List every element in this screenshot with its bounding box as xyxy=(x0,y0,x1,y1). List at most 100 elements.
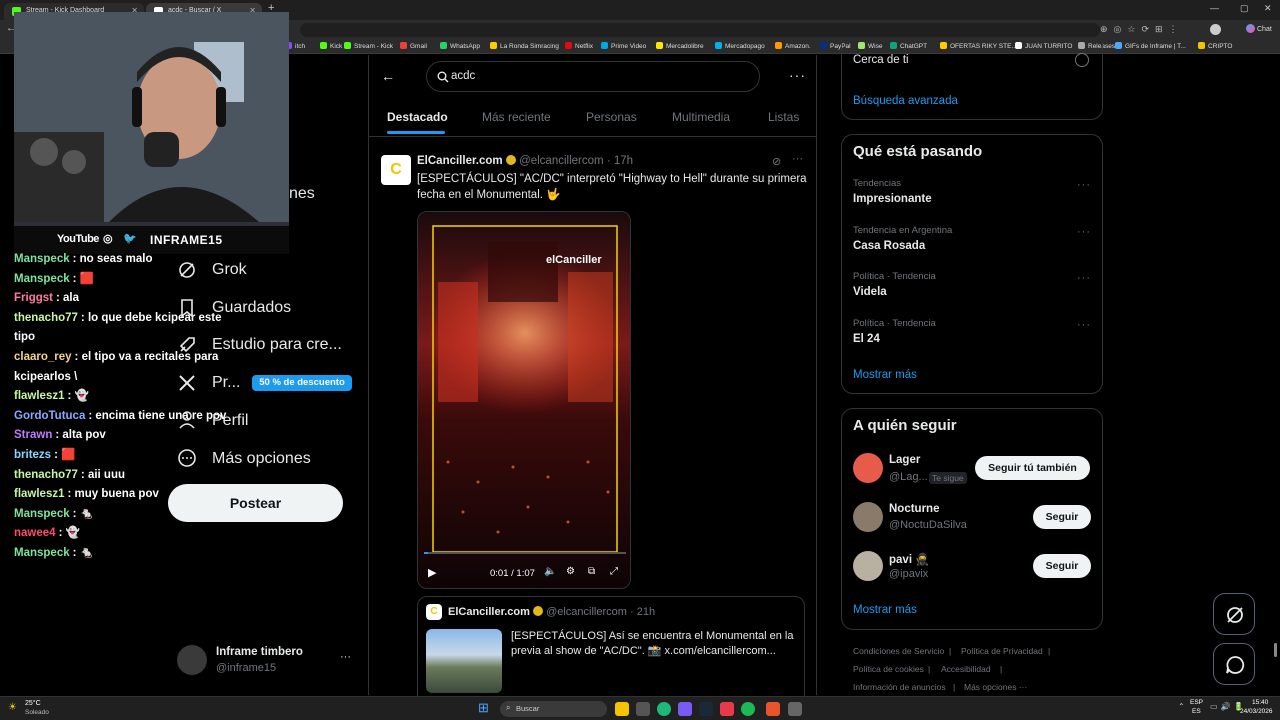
minimize-icon[interactable]: — xyxy=(1210,3,1219,13)
bookmark-item[interactable]: GIFs de Inframe | T... xyxy=(1115,42,1186,50)
back-arrow-icon[interactable]: ← xyxy=(381,68,395,84)
chat-username[interactable]: Manspeck xyxy=(14,508,70,520)
clock-time[interactable]: 15:40 xyxy=(1252,699,1268,706)
sidebar-item-guardados[interactable]: Guardados xyxy=(212,299,291,317)
trend-more-icon[interactable]: ··· xyxy=(1077,226,1091,238)
chat-username[interactable]: GordoTutuca xyxy=(14,410,85,422)
footer-link[interactable]: Accesibilidad xyxy=(941,664,991,674)
footer-link[interactable]: Más opciones ··· xyxy=(964,682,1027,692)
scrollbar[interactable] xyxy=(1273,60,1278,690)
chat-username[interactable]: Strawn xyxy=(14,429,52,441)
tab-multimedia[interactable]: Multimedia xyxy=(672,110,730,124)
trend-name[interactable]: El 24 xyxy=(853,333,880,345)
follow-button[interactable]: Seguir tú también xyxy=(975,456,1090,480)
chat-username[interactable]: britezs xyxy=(14,449,51,461)
volume-icon[interactable]: 🔈 xyxy=(544,566,556,577)
chat-username[interactable]: thenacho77 xyxy=(14,312,78,324)
bookmark-item[interactable]: Gmail xyxy=(400,42,427,50)
bookmark-item[interactable]: Amazon. xyxy=(775,42,811,50)
bookmark-item[interactable]: Mercadopago xyxy=(715,42,765,50)
account-avatar[interactable] xyxy=(177,645,207,675)
sidebar-item-estudio[interactable]: Estudio para cre... xyxy=(212,336,342,354)
follow-button[interactable]: Seguir xyxy=(1033,505,1091,529)
post-button[interactable]: Postear xyxy=(168,484,343,522)
footer-link[interactable]: Información de anuncios xyxy=(853,682,946,692)
chat-username[interactable]: thenacho77 xyxy=(14,469,78,481)
chat-username[interactable]: claaro_rey xyxy=(14,351,72,363)
bookmark-item[interactable]: WhatsApp xyxy=(440,42,480,50)
url-field[interactable] xyxy=(300,23,1100,37)
trend-more-icon[interactable]: ··· xyxy=(1077,319,1091,331)
footer-link[interactable]: Condiciones de Servicio xyxy=(853,646,944,656)
more-icon[interactable]: ··· xyxy=(789,67,806,83)
follow-avatar-lager[interactable] xyxy=(853,453,883,483)
tray-chevron-icon[interactable]: ⌃ xyxy=(1178,702,1185,711)
search-input[interactable]: acdc xyxy=(426,61,760,92)
windows-start-icon[interactable]: ⊞ xyxy=(478,700,489,716)
discord-icon[interactable] xyxy=(678,702,692,716)
follow-avatar-nocturne[interactable] xyxy=(853,502,883,532)
follow-button[interactable]: Seguir xyxy=(1033,554,1091,578)
tweet-handle[interactable]: @elcancillercom xyxy=(519,155,604,167)
file-explorer-icon[interactable] xyxy=(615,702,629,716)
grok-fab[interactable] xyxy=(1213,593,1255,635)
play-icon[interactable]: ▶ xyxy=(428,566,436,579)
chat-username[interactable]: Manspeck xyxy=(14,547,70,559)
sidebar-item-grok[interactable]: Grok xyxy=(212,261,247,279)
chat-username[interactable]: Manspeck xyxy=(14,253,70,265)
chat-button[interactable]: Chat xyxy=(1246,24,1272,33)
follow-show-more[interactable]: Mostrar más xyxy=(853,604,917,616)
trend-name[interactable]: Casa Rosada xyxy=(853,240,925,252)
bookmark-item[interactable]: La Ronda Simracing xyxy=(490,42,559,50)
near-you-radio[interactable] xyxy=(1075,53,1089,67)
trend-more-icon[interactable]: ··· xyxy=(1077,272,1091,284)
obs-icon[interactable] xyxy=(766,702,780,716)
bookmark-item[interactable]: Stream - Kick xyxy=(344,42,393,50)
trend-name[interactable]: Impresionante xyxy=(853,193,932,205)
quoted-tweet[interactable]: C ElCanciller.com @elcancillercom · 21h … xyxy=(417,596,805,706)
pip-icon[interactable]: ⧉ xyxy=(588,566,595,577)
bookmark-item[interactable]: Prime Video xyxy=(601,42,646,50)
bookmark-item[interactable]: Kick xyxy=(320,42,342,50)
account-more-icon[interactable]: ··· xyxy=(340,651,351,663)
edge-icon[interactable] xyxy=(657,702,671,716)
chat-username[interactable]: flawlesz1 xyxy=(14,390,65,402)
language-indicator[interactable]: ESP xyxy=(1190,699,1203,706)
tweet-video[interactable]: elCanciller ▶ 0:01 / 1:07 🔈 ⚙ ⧉ ⤢ xyxy=(417,211,631,589)
tab-personas[interactable]: Personas xyxy=(586,110,637,124)
footer-link[interactable]: Política de cookies xyxy=(853,664,924,674)
tab-destacado[interactable]: Destacado xyxy=(387,110,448,124)
maximize-icon[interactable]: ▢ xyxy=(1240,3,1249,14)
extension-icons[interactable]: ⊕◎☆⟳⊞⋮ xyxy=(1100,24,1184,35)
taskbar-search[interactable]: ⌕ Buscar xyxy=(500,701,607,717)
bookmark-item[interactable]: Netflix xyxy=(565,42,593,50)
advanced-search-link[interactable]: Búsqueda avanzada xyxy=(853,95,958,107)
follow-name[interactable]: pavi 🥷 xyxy=(889,552,930,566)
bookmark-item[interactable]: CRIPTO xyxy=(1198,42,1232,50)
grok-icon[interactable]: ⊘ xyxy=(772,155,781,168)
chat-username[interactable]: flawlesz1 xyxy=(14,488,65,500)
weather-temp[interactable]: 25°C xyxy=(25,700,41,707)
trend-name[interactable]: Videla xyxy=(853,286,887,298)
follow-name[interactable]: Lager xyxy=(889,454,920,466)
tweet-more-icon[interactable]: ··· xyxy=(792,153,803,165)
bookmark-item[interactable]: Mercadolibre xyxy=(656,42,704,50)
steam-icon[interactable] xyxy=(699,702,713,716)
account-name[interactable]: Inframe timbero xyxy=(216,646,303,658)
chat-username[interactable]: nawee4 xyxy=(14,527,56,539)
sidebar-item-mas-opciones[interactable]: Más opciones xyxy=(212,450,311,468)
tab-mas-reciente[interactable]: Más reciente xyxy=(482,110,551,124)
chat-username[interactable]: Friggst xyxy=(14,292,53,304)
chat-username[interactable]: Manspeck xyxy=(14,273,70,285)
app-icon[interactable] xyxy=(788,702,802,716)
settings-icon[interactable]: ⚙ xyxy=(566,566,575,577)
follow-avatar-pavi[interactable] xyxy=(853,551,883,581)
scrollbar-thumb[interactable] xyxy=(1274,643,1277,657)
trends-show-more[interactable]: Mostrar más xyxy=(853,369,917,381)
tweet-time[interactable]: · 17h xyxy=(607,155,633,167)
tweet-avatar[interactable]: C xyxy=(381,155,411,185)
follow-name[interactable]: Nocturne xyxy=(889,503,939,515)
messages-fab[interactable] xyxy=(1213,643,1255,685)
sidebar-item-premium[interactable]: Pr... xyxy=(212,374,240,392)
profile-avatar[interactable] xyxy=(1210,24,1221,35)
